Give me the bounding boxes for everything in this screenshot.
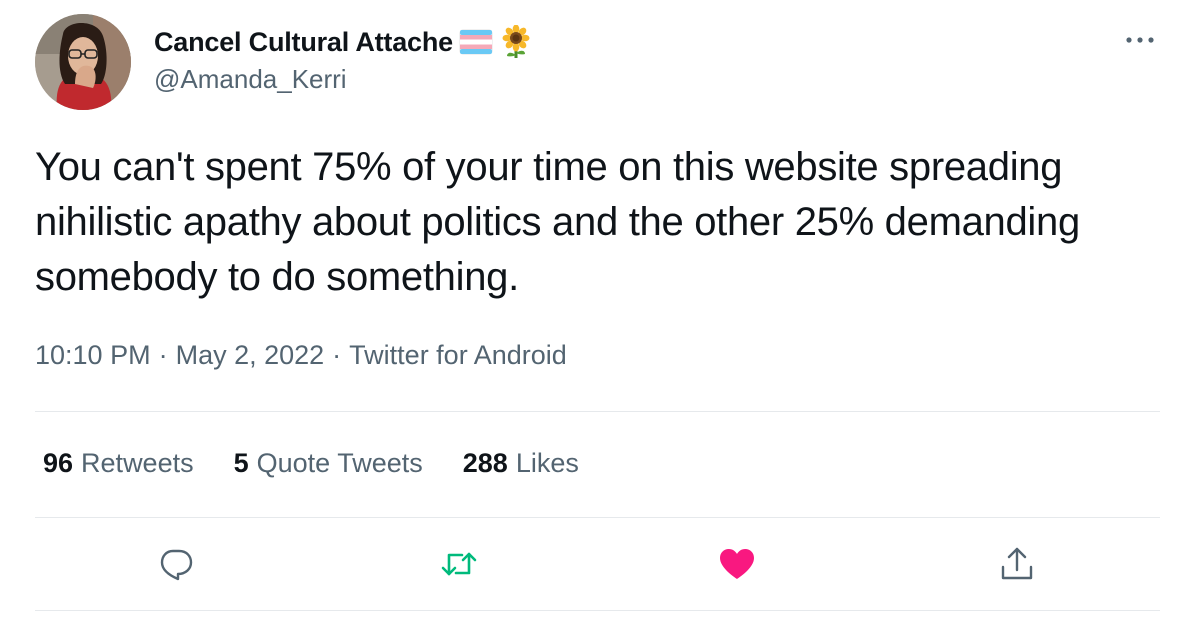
like-button[interactable] — [714, 543, 760, 589]
reply-icon — [158, 546, 194, 587]
display-name[interactable]: Cancel Cultural Attache — [154, 27, 453, 58]
display-name-row: Cancel Cultural Attache — [154, 22, 533, 62]
avatar-image — [35, 14, 131, 110]
retweets-count: 96 — [43, 448, 74, 478]
user-handle[interactable]: @Amanda_Kerri — [154, 64, 347, 95]
likes-count: 288 — [462, 448, 508, 478]
quote-tweets-count: 5 — [233, 448, 249, 478]
heart-icon — [718, 547, 756, 586]
divider — [35, 517, 1160, 518]
quote-tweets-stat[interactable]: 5 Quote Tweets — [234, 448, 423, 479]
likes-stat[interactable]: 288 Likes — [463, 448, 579, 479]
retweets-stat[interactable]: 96 Retweets — [43, 448, 194, 479]
sunflower-icon — [499, 25, 533, 59]
tweet-metadata: 10:10 PM · May 2, 2022 · Twitter for And… — [35, 340, 567, 371]
retweets-label: Retweets — [81, 448, 194, 478]
separator-dot: · — [332, 340, 342, 370]
retweet-icon — [440, 548, 478, 585]
tweet-date[interactable]: May 2, 2022 — [176, 340, 325, 371]
tweet-card: Cancel Cultural Attache @Amanda_Kerri Yo… — [0, 0, 1200, 618]
more-options-button[interactable] — [1118, 22, 1162, 58]
likes-label: Likes — [515, 448, 579, 478]
transgender-flag-icon — [459, 29, 493, 55]
more-icon — [1125, 31, 1155, 49]
share-button[interactable] — [994, 543, 1040, 589]
engagement-stats: 96 Retweets 5 Quote Tweets 288 Likes — [43, 448, 579, 479]
tweet-text: You can't spent 75% of your time on this… — [35, 145, 1080, 299]
divider — [35, 411, 1160, 412]
tweet-time[interactable]: 10:10 PM — [35, 340, 151, 371]
tweet-source[interactable]: Twitter for Android — [349, 340, 567, 371]
separator-dot: · — [158, 340, 168, 370]
retweet-button[interactable] — [436, 543, 482, 589]
quote-tweets-label: Quote Tweets — [256, 448, 423, 478]
share-icon — [999, 545, 1035, 588]
reply-button[interactable] — [153, 543, 199, 589]
divider — [35, 610, 1160, 611]
avatar[interactable] — [35, 14, 131, 110]
